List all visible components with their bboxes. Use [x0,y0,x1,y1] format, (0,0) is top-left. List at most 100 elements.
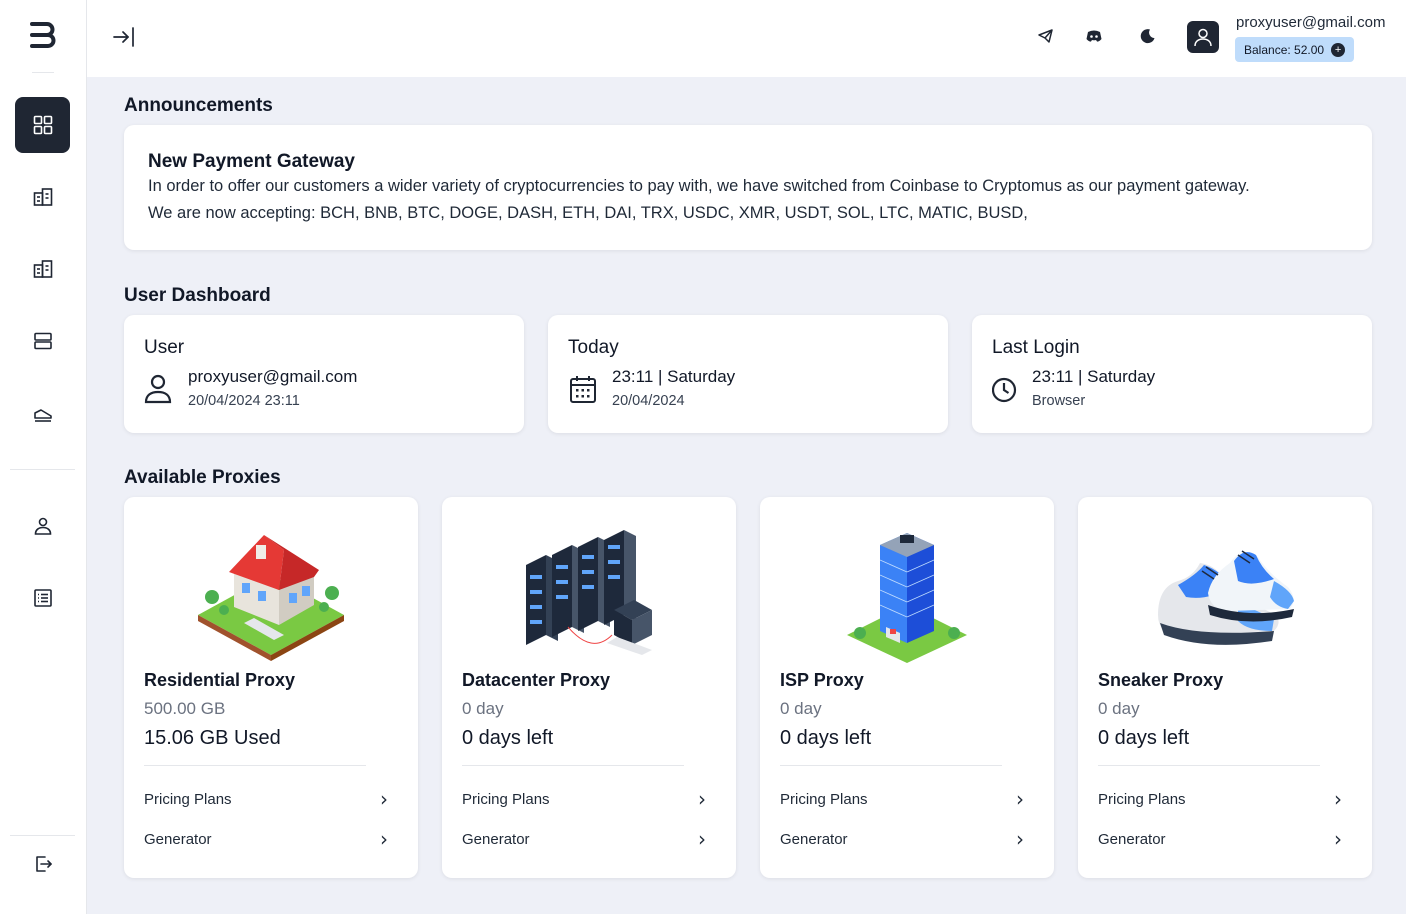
logout-icon [35,856,52,872]
generator-link[interactable]: Generator › [780,827,1024,851]
last-login-card: Last Login 23:11 | Saturday Browser [972,315,1372,433]
generator-link[interactable]: Generator › [144,827,388,851]
divider [462,765,684,766]
residential-proxy-card: Residential Proxy 500.00 GB 15.06 GB Use… [124,497,418,878]
proxy-quantity: 0 day [1098,699,1140,718]
calendar-icon [570,376,596,403]
chevron-right-icon: › [1334,787,1342,811]
chevron-right-icon: › [380,827,388,851]
sidebar-divider [32,72,54,73]
buildings-icon [33,188,52,206]
user-email: proxyuser@gmail.com [188,367,358,386]
user-icon [34,517,51,535]
link-label: Generator [1098,830,1166,848]
house-illustration [198,535,344,661]
sneakers-illustration [1158,550,1294,645]
last-login-time: 23:11 | Saturday [1032,367,1156,386]
server-racks-illustration [526,530,652,655]
current-date: 20/04/2024 [612,393,685,409]
top-header: proxyuser@gmail.com Balance: 52.00 + [87,0,1406,77]
available-proxies-heading: Available Proxies [124,467,281,488]
pricing-plans-link[interactable]: Pricing Plans › [462,787,706,811]
card-label: User [144,337,185,358]
current-time: 23:11 | Saturday [612,367,736,386]
link-label: Generator [462,830,530,848]
office-tower-illustration [847,533,967,663]
chevron-right-icon: › [1334,827,1342,851]
server-icon [33,332,52,350]
pricing-plans-link[interactable]: Pricing Plans › [144,787,388,811]
sidebar-item-account[interactable] [15,498,70,554]
card-label: Last Login [992,337,1080,358]
chevron-right-icon: › [698,787,706,811]
list-icon [33,589,52,607]
proxy-name: Residential Proxy [144,670,296,690]
logout-button[interactable] [15,836,70,892]
link-label: Generator [144,830,212,848]
sidebar-item-datacenter[interactable] [15,169,70,225]
proxy-quantity: 0 day [462,699,504,718]
chevron-right-icon: › [698,827,706,851]
generator-link[interactable]: Generator › [1098,827,1342,851]
generator-link[interactable]: Generator › [462,827,706,851]
brand-logo[interactable] [27,20,57,50]
balance-badge[interactable]: Balance: 52.00 + [1235,37,1355,62]
header-user-email: proxyuser@gmail.com [1236,14,1386,31]
divider [780,765,1002,766]
link-label: Pricing Plans [1098,790,1186,808]
balance-label: Balance: 52.00 [1244,42,1325,57]
clock-icon [992,377,1017,403]
buildings-icon [33,260,52,278]
chevron-right-icon: › [380,787,388,811]
avatar[interactable] [1187,21,1219,53]
chevron-right-icon: › [1016,787,1024,811]
chevron-right-icon: › [1016,827,1024,851]
divider [1098,765,1320,766]
telegram-icon[interactable] [1037,27,1055,45]
card-label: Today [568,337,619,358]
announcement-title: New Payment Gateway [148,151,355,172]
sidebar [0,0,87,914]
pricing-plans-link[interactable]: Pricing Plans › [780,787,1024,811]
today-card: Today 23:11 | Saturday 20/04/2024 [548,315,948,433]
sidebar-item-servers[interactable] [15,313,70,369]
proxy-name: Sneaker Proxy [1098,670,1224,690]
dark-mode-icon[interactable] [1139,27,1157,45]
proxy-quantity: 0 day [780,699,822,718]
proxy-name: Datacenter Proxy [462,670,611,690]
user-created-date: 20/04/2024 23:11 [188,393,300,409]
sidebar-divider [10,469,75,470]
last-login-device: Browser [1032,393,1086,409]
shoe-icon [33,409,52,422]
link-label: Generator [780,830,848,848]
proxy-quantity: 500.00 GB [144,699,226,718]
pricing-plans-link[interactable]: Pricing Plans › [1098,787,1342,811]
expand-sidebar-icon[interactable] [111,24,137,50]
proxy-days-left: 0 days left [1098,727,1190,749]
grid-icon [33,115,52,135]
sidebar-item-sneaker[interactable] [15,385,70,441]
link-label: Pricing Plans [462,790,550,808]
link-label: Pricing Plans [144,790,232,808]
divider [144,765,366,766]
user-icon [144,374,172,404]
proxy-days-left: 0 days left [780,727,872,749]
sneaker-proxy-card: Sneaker Proxy 0 day 0 days left Pricing … [1078,497,1372,878]
proxy-usage: 15.06 GB Used [144,727,281,749]
discord-icon[interactable] [1085,27,1103,45]
user-info-card: User proxyuser@gmail.com 20/04/2024 23:1… [124,315,524,433]
announcements-heading: Announcements [124,95,273,116]
announcement-text: In order to offer our customers a wider … [148,177,1250,195]
user-dashboard-heading: User Dashboard [124,285,271,306]
sidebar-item-isp[interactable] [15,241,70,297]
isp-proxy-card: ISP Proxy 0 day 0 days left Pricing Plan… [760,497,1054,878]
datacenter-proxy-card: Datacenter Proxy 0 day 0 days left Prici… [442,497,736,878]
announcement-text: We are now accepting: BCH, BNB, BTC, DOG… [148,204,1028,222]
sidebar-item-orders[interactable] [15,570,70,626]
proxy-days-left: 0 days left [462,727,554,749]
sidebar-item-dashboard[interactable] [15,97,70,153]
proxy-name: ISP Proxy [780,670,864,690]
link-label: Pricing Plans [780,790,868,808]
announcement-card: New Payment Gateway In order to offer ou… [124,125,1372,250]
add-balance-icon[interactable]: + [1331,42,1346,57]
